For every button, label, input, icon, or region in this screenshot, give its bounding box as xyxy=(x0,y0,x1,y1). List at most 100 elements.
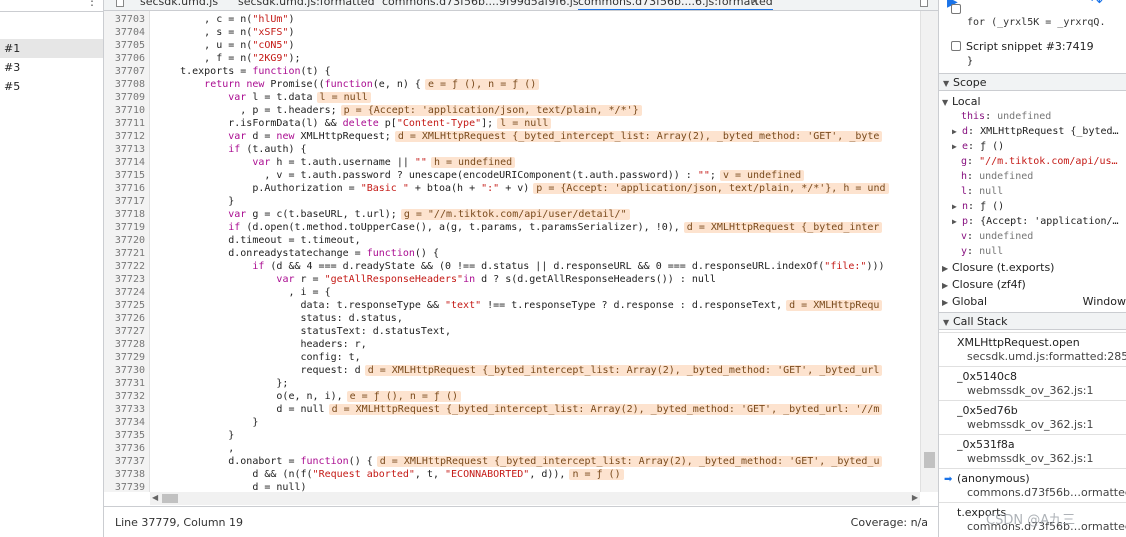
tab-secsdk-umd-formatted[interactable]: secsdk.umd.js:formatted xyxy=(238,0,375,10)
step-icon[interactable]: ↷ xyxy=(1091,0,1103,10)
line-number[interactable]: 37726 xyxy=(104,312,145,325)
scope-variable[interactable]: g: "//m.tiktok.com/api/us… xyxy=(961,156,1126,167)
line-number[interactable]: 37717 xyxy=(104,195,145,208)
line-number[interactable]: 37721 xyxy=(104,247,145,260)
variable-value: null xyxy=(979,186,1004,197)
line-number[interactable]: 37733 xyxy=(104,403,145,416)
inline-value: l = null xyxy=(316,92,371,103)
tab-close-icon[interactable]: ✕ xyxy=(750,0,759,10)
scroll-right-icon[interactable]: ▶ xyxy=(912,493,918,502)
line-number[interactable]: 37732 xyxy=(104,390,145,403)
scope-variable[interactable]: y: null xyxy=(961,246,1126,257)
line-number[interactable]: 37720 xyxy=(104,234,145,247)
local-scope-header[interactable]: ▼ Local xyxy=(942,95,1126,108)
inline-value: e = ƒ (), n = ƒ () xyxy=(424,79,540,90)
horizontal-scrollbar[interactable]: ◀ ▶ xyxy=(150,492,920,505)
line-number[interactable]: 37708 xyxy=(104,78,145,91)
line-number[interactable]: 37724 xyxy=(104,286,145,299)
call-frame-location[interactable]: webmssdk_ov_362.js:1 xyxy=(967,452,1126,465)
scope-variable[interactable]: h: undefined xyxy=(961,171,1126,182)
closure-texports[interactable]: ▶ Closure (t.exports) xyxy=(942,261,1126,274)
code-text: d.onreadystatechange = function() { xyxy=(156,248,439,259)
scope-variable[interactable]: ▶ p: {Accept: 'application/… xyxy=(952,216,1126,227)
line-number[interactable]: 37738 xyxy=(104,468,145,481)
scope-variable[interactable]: this: undefined xyxy=(961,111,1126,122)
tab-secsdk-umd[interactable]: secsdk.umd.js xyxy=(140,0,218,10)
scroll-left-icon[interactable]: ◀ xyxy=(152,493,158,502)
line-number[interactable]: 37705 xyxy=(104,39,145,52)
line-number[interactable]: 37706 xyxy=(104,52,145,65)
inline-value: p = {Accept: 'application/json, text/pla… xyxy=(340,105,642,116)
line-number[interactable]: 37711 xyxy=(104,117,145,130)
vertical-scroll-thumb[interactable] xyxy=(924,452,935,468)
navigator-toolbar: ⋮ xyxy=(0,0,103,12)
scope-variable[interactable]: ▶ e: ƒ () xyxy=(952,141,1126,152)
call-frame[interactable]: _0x531f8a xyxy=(957,438,1126,451)
thread-item[interactable]: #3 xyxy=(0,58,103,77)
line-number[interactable]: 37718 xyxy=(104,208,145,221)
callstack-header[interactable]: ▼ Call Stack xyxy=(939,312,1126,330)
line-number[interactable]: 37725 xyxy=(104,299,145,312)
scope-header[interactable]: ▼ Scope xyxy=(939,73,1126,91)
call-frame[interactable]: (anonymous) xyxy=(957,472,1126,485)
call-frame[interactable]: XMLHttpRequest.open xyxy=(957,336,1126,349)
code-text: p.Authorization = "Basic " + btoa(h + ":… xyxy=(156,183,530,194)
line-number[interactable]: 37734 xyxy=(104,416,145,429)
horizontal-scroll-thumb[interactable] xyxy=(162,494,178,503)
snippet-brace: } xyxy=(967,56,974,67)
thread-item[interactable]: #5 xyxy=(0,77,103,96)
closure-zf4f[interactable]: ▶ Closure (zf4f) xyxy=(942,278,1126,291)
line-number[interactable]: 37731 xyxy=(104,377,145,390)
tab-commons[interactable]: commons.d73f56b....9f99d5af9f6.js xyxy=(382,0,579,10)
line-number[interactable]: 37736 xyxy=(104,442,145,455)
tab-commons-formatted[interactable]: commons.d73f56b....6.js:formatted xyxy=(578,0,773,10)
call-frame-location[interactable]: webmssdk_ov_362.js:1 xyxy=(967,384,1126,397)
code-line: , u = n("cON5") xyxy=(156,39,294,52)
code-line: } xyxy=(156,429,234,442)
scope-variable[interactable]: ▶ n: ƒ () xyxy=(952,201,1126,212)
code-editor[interactable]: 37703 37704 37705 37706 37707 37708 37709 37710… xyxy=(104,11,938,492)
call-frame-location[interactable]: secsdk.umd.js:formatted:2852 xyxy=(967,350,1126,363)
line-number[interactable]: 37728 xyxy=(104,338,145,351)
line-number-gutter[interactable]: 37703 37704 37705 37706 37707 37708 37709 37710… xyxy=(104,11,150,492)
thread-item[interactable]: #1 xyxy=(0,39,103,58)
scope-variable[interactable]: l: null xyxy=(961,186,1126,197)
code-text: , p = t.headers; xyxy=(156,105,337,116)
snippet-breakpoint-label[interactable]: Script snippet #3:7419 xyxy=(966,40,1126,53)
line-number[interactable]: 37723 xyxy=(104,273,145,286)
breakpoint-checkbox[interactable] xyxy=(951,4,961,14)
toggle-sidebar-icon[interactable] xyxy=(920,0,928,7)
line-number[interactable]: 37737 xyxy=(104,455,145,468)
expand-icon: ▶ xyxy=(952,142,957,151)
global-scope[interactable]: ▶ Global Window xyxy=(942,295,1126,308)
call-frame[interactable]: _0x5ed76b xyxy=(957,404,1126,417)
more-options-icon[interactable]: ⋮ xyxy=(86,0,98,8)
line-number[interactable]: 37709 xyxy=(104,91,145,104)
line-number[interactable]: 37729 xyxy=(104,351,145,364)
line-number[interactable]: 37713 xyxy=(104,143,145,156)
call-frame-location[interactable]: webmssdk_ov_362.js:1 xyxy=(967,418,1126,431)
call-frame-location[interactable]: commons.d73f56b…ormatted:37 xyxy=(967,486,1126,499)
line-number[interactable]: 37716 xyxy=(104,182,145,195)
snippet-breakpoint-checkbox[interactable] xyxy=(951,41,961,51)
line-number[interactable]: 37715 xyxy=(104,169,145,182)
line-number[interactable]: 37739 xyxy=(104,481,145,492)
coverage-status[interactable]: Coverage: n/a xyxy=(851,516,928,529)
inline-value: d = XMLHttpRequest {_byted_intercept_lis… xyxy=(328,404,883,415)
line-number[interactable]: 37707 xyxy=(104,65,145,78)
line-number[interactable]: 37703 xyxy=(104,13,145,26)
line-number[interactable]: 37727 xyxy=(104,325,145,338)
line-number[interactable]: 37710 xyxy=(104,104,145,117)
collapse-icon: ▼ xyxy=(943,318,950,327)
line-number[interactable]: 37719 xyxy=(104,221,145,234)
scope-variable[interactable]: ▶ d: XMLHttpRequest {_byted… xyxy=(952,126,1126,137)
scope-variable[interactable]: v: undefined xyxy=(961,231,1126,242)
line-number[interactable]: 37712 xyxy=(104,130,145,143)
line-number[interactable]: 37714 xyxy=(104,156,145,169)
line-number[interactable]: 37730 xyxy=(104,364,145,377)
line-number[interactable]: 37722 xyxy=(104,260,145,273)
line-number[interactable]: 37735 xyxy=(104,429,145,442)
call-frame[interactable]: _0x5140c8 xyxy=(957,370,1126,383)
vertical-scrollbar[interactable] xyxy=(920,11,938,492)
line-number[interactable]: 37704 xyxy=(104,26,145,39)
